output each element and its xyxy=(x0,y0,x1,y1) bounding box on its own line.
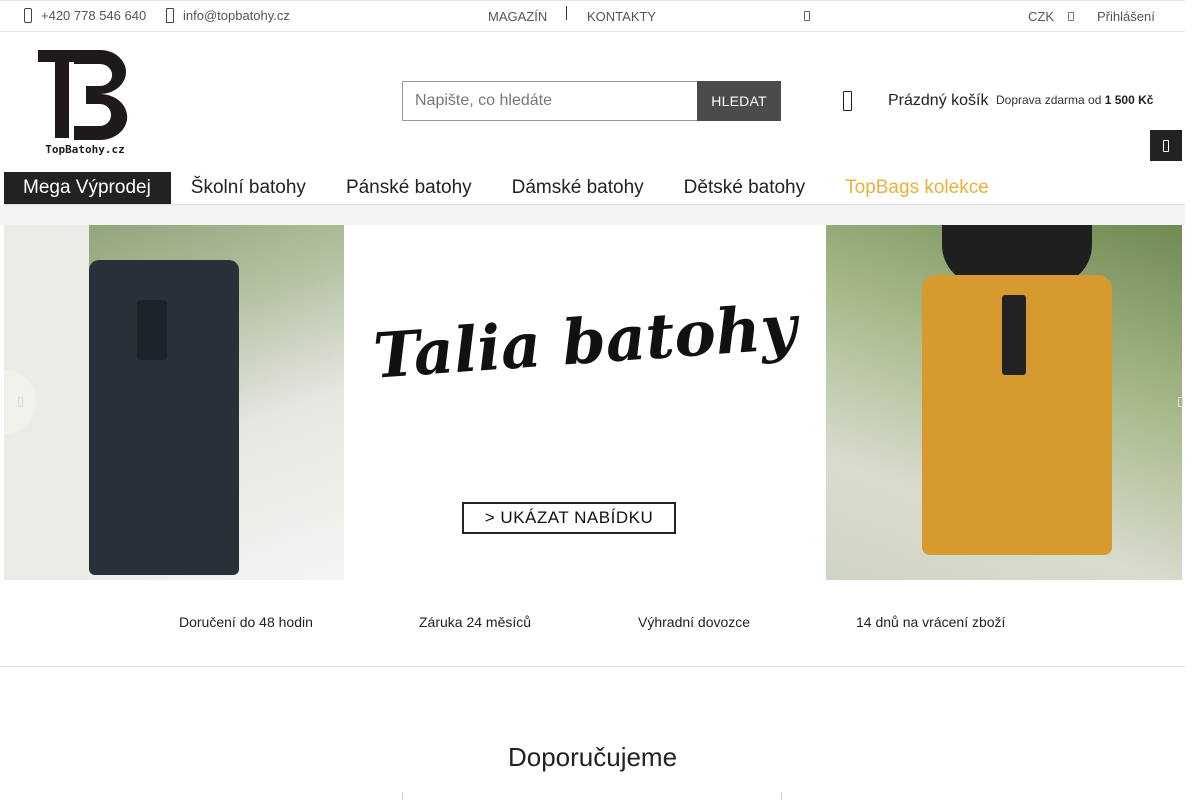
currency-value[interactable]: CZK xyxy=(1028,9,1054,24)
banner-photo-left xyxy=(4,225,344,580)
nav-item-skolni-batohy[interactable]: Školní batohy xyxy=(171,172,326,204)
search-input[interactable] xyxy=(402,81,697,121)
search-form: HLEDAT xyxy=(402,81,781,121)
banner-cta-button[interactable]: > UKÁZAT NABÍDKU xyxy=(462,502,676,534)
phone-contact[interactable]: +420 778 546 640 xyxy=(24,8,146,23)
login-link[interactable]: Přihlášení xyxy=(1097,9,1155,24)
currency-selector[interactable]: CZK xyxy=(1028,9,1074,24)
free-shipping-info: Doprava zdarma od 1 500 Kč xyxy=(996,93,1153,107)
section-title-recommended: Doporučujeme xyxy=(507,742,678,772)
shipping-amount: 1 500 Kč xyxy=(1104,93,1154,107)
site-logo[interactable]: TopBatohy.cz xyxy=(38,48,132,156)
nav-item-panske-batohy[interactable]: Pánské batohy xyxy=(326,172,492,204)
hero-banner[interactable]: Talia batohy > UKÁZAT NABÍDKU xyxy=(4,225,1182,580)
phone-icon xyxy=(24,8,32,23)
top-bar: +420 778 546 640 info@topbatohy.cz MAGAZ… xyxy=(0,0,1185,32)
chevron-down-icon[interactable] xyxy=(1068,12,1074,21)
column-divider xyxy=(402,792,403,800)
benefit-returns: 14 dnů na vrácení zboží xyxy=(856,614,1006,630)
nav-item-damske-batohy[interactable]: Dámské batohy xyxy=(492,172,664,204)
cart-label[interactable]: Prázdný košík xyxy=(888,92,988,110)
backpack-image-orange xyxy=(922,275,1112,555)
email-address[interactable]: info@topbatohy.cz xyxy=(183,8,290,23)
cart-icon[interactable] xyxy=(843,91,852,111)
banner-center: Talia batohy > UKÁZAT NABÍDKU xyxy=(344,225,826,580)
search-button[interactable]: HLEDAT xyxy=(697,81,781,121)
nav-spacer xyxy=(0,205,1185,225)
link-kontakty[interactable]: KONTAKTY xyxy=(587,9,656,24)
chevron-left-icon xyxy=(17,397,23,407)
logo-text: TopBatohy.cz xyxy=(45,143,124,156)
benefit-delivery: Doručení do 48 hodin xyxy=(179,614,313,630)
benefit-warranty: Záruka 24 měsíců xyxy=(419,614,532,630)
main-nav: Mega Výprodej Školní batohy Pánské batoh… xyxy=(4,172,1185,205)
nav-item-topbags-kolekce[interactable]: TopBags kolekce xyxy=(825,172,1009,204)
nav-item-detske-batohy[interactable]: Dětské batohy xyxy=(664,172,825,204)
banner-photo-right xyxy=(826,225,1182,580)
benefit-importer: Výhradní dovozce xyxy=(638,614,751,630)
banner-title: Talia batohy xyxy=(371,290,799,393)
column-divider xyxy=(781,792,782,800)
benefits-bar: Doručení do 48 hodin Záruka 24 měsíců Vý… xyxy=(0,580,1185,667)
email-icon xyxy=(166,8,174,23)
phone-number[interactable]: +420 778 546 640 xyxy=(41,8,146,23)
backpack-image-dark xyxy=(89,260,239,575)
slider-next-arrow[interactable] xyxy=(1164,370,1196,434)
link-magazin[interactable]: MAGAZÍN xyxy=(488,9,547,24)
email-contact[interactable]: info@topbatohy.cz xyxy=(166,8,290,23)
divider xyxy=(566,6,567,20)
menu-icon xyxy=(1163,139,1169,152)
chevron-right-icon xyxy=(1177,397,1183,407)
shipping-text: Doprava zdarma od xyxy=(996,93,1102,107)
menu-toggle-button[interactable] xyxy=(1150,130,1182,161)
heart-icon[interactable] xyxy=(804,11,810,21)
nav-item-mega-vyprodej[interactable]: Mega Výprodej xyxy=(4,172,171,204)
